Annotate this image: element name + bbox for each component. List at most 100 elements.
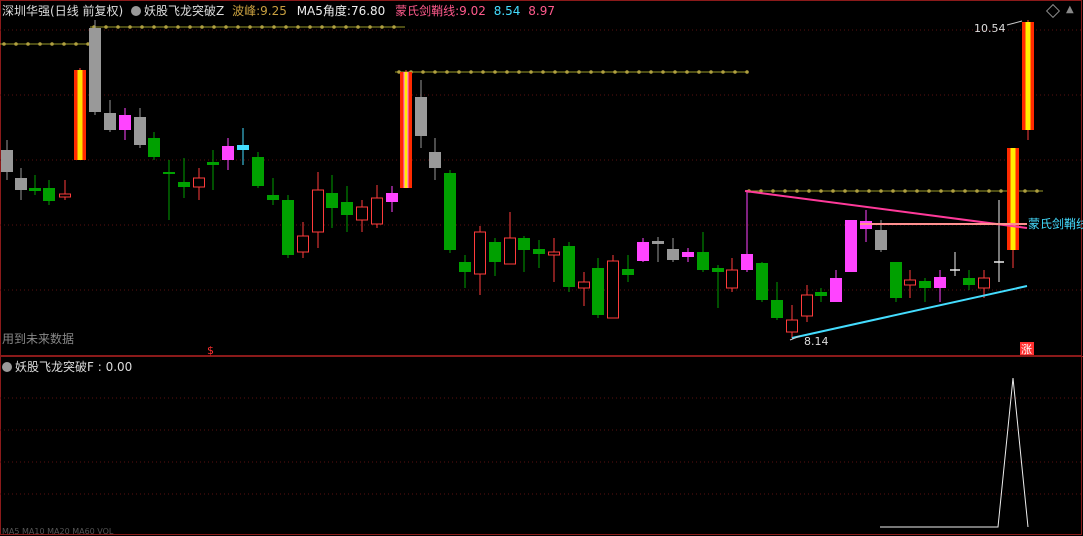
resistance-dot (915, 189, 919, 193)
candle (237, 128, 249, 165)
candle-body (741, 254, 753, 270)
candle-body (267, 195, 279, 200)
candle-body (163, 172, 175, 174)
resistance-dot (296, 25, 300, 29)
candle-body (193, 177, 205, 188)
candle (134, 108, 146, 148)
candle (474, 226, 486, 295)
resistance-dot (188, 25, 192, 29)
candle (356, 200, 368, 232)
resistance-dot (951, 189, 955, 193)
resistance-dot (673, 70, 677, 74)
resistance-dot (356, 25, 360, 29)
candle-body (875, 230, 887, 250)
resistance-dot (481, 70, 485, 74)
chart-canvas[interactable]: 10.54 8.14 蒙氏剑鞘线 $ 涨 (0, 0, 1083, 536)
main-panel-border (0, 0, 1082, 356)
candle (578, 272, 590, 306)
candle-body (697, 252, 709, 270)
s-marker: $ (207, 344, 214, 357)
candle (29, 175, 41, 195)
candle-body (801, 294, 813, 317)
high-label: 10.54 (974, 22, 1006, 35)
resistance-dot (601, 70, 605, 74)
resistance-dot (963, 189, 967, 193)
candle (607, 255, 619, 319)
sub-panel-border (0, 356, 1082, 535)
resistance-dot (733, 70, 737, 74)
candle (533, 240, 545, 268)
resistance-dot (308, 25, 312, 29)
resistance-dot (745, 70, 749, 74)
candle (148, 132, 160, 160)
resistance-dot (272, 25, 276, 29)
candles (1, 20, 1034, 338)
signal-line (880, 377, 1029, 528)
candle (59, 180, 71, 200)
resistance-dot (517, 70, 521, 74)
candle-body (312, 189, 324, 233)
resistance-dot (62, 42, 66, 46)
grid-lines (0, 29, 1083, 495)
candle-body (682, 252, 694, 257)
candle-body (119, 115, 131, 130)
candle (297, 222, 309, 258)
candle (89, 20, 101, 115)
candle-body (222, 146, 234, 160)
candle (904, 270, 916, 298)
candle-body (386, 193, 398, 202)
resistance-dot (445, 70, 449, 74)
candle (682, 248, 694, 262)
candle (386, 186, 398, 212)
candle (741, 190, 753, 272)
resistance-dot (392, 25, 396, 29)
resistance-dot (368, 25, 372, 29)
candle-body (15, 178, 27, 190)
resistance-dot (380, 25, 384, 29)
resistance-dot (613, 70, 617, 74)
resistance-lines (0, 26, 1043, 192)
candle-body (489, 242, 501, 262)
resistance-dot (344, 25, 348, 29)
candle (489, 238, 501, 276)
candle (15, 168, 27, 200)
resistance-dot (541, 70, 545, 74)
resistance-dot (14, 42, 18, 46)
candle-body (934, 277, 946, 288)
resistance-dot (248, 25, 252, 29)
resistance-dot (867, 189, 871, 193)
resistance-dot (104, 25, 108, 29)
candle-body (134, 117, 146, 145)
resistance-dot (38, 42, 42, 46)
resistance-dot (831, 189, 835, 193)
resistance-dot (493, 70, 497, 74)
candle (801, 285, 813, 322)
zhang-marker: 涨 (1021, 343, 1032, 356)
resistance-dot (649, 70, 653, 74)
candle (43, 180, 55, 205)
resistance-dot (553, 70, 557, 74)
candle-body (297, 235, 309, 253)
candle-body (712, 268, 724, 272)
candle (74, 68, 86, 160)
candle (963, 270, 975, 290)
candle (429, 138, 441, 180)
resistance-dot (843, 189, 847, 193)
candle-body (474, 231, 486, 275)
resistance-dot (783, 189, 787, 193)
candle-body (148, 138, 160, 157)
resistance-dot (224, 25, 228, 29)
candle (1007, 148, 1019, 268)
candle-body (252, 157, 264, 186)
candle (637, 238, 649, 262)
resistance-dot (661, 70, 665, 74)
candle-body (919, 281, 931, 288)
candle-body (178, 182, 190, 187)
candle (104, 100, 116, 132)
candle-body (444, 173, 456, 250)
candle-body (1, 150, 13, 172)
resistance-dot (589, 70, 593, 74)
candle-body (518, 238, 530, 250)
candle-body (504, 237, 516, 265)
candle-body (622, 269, 634, 275)
